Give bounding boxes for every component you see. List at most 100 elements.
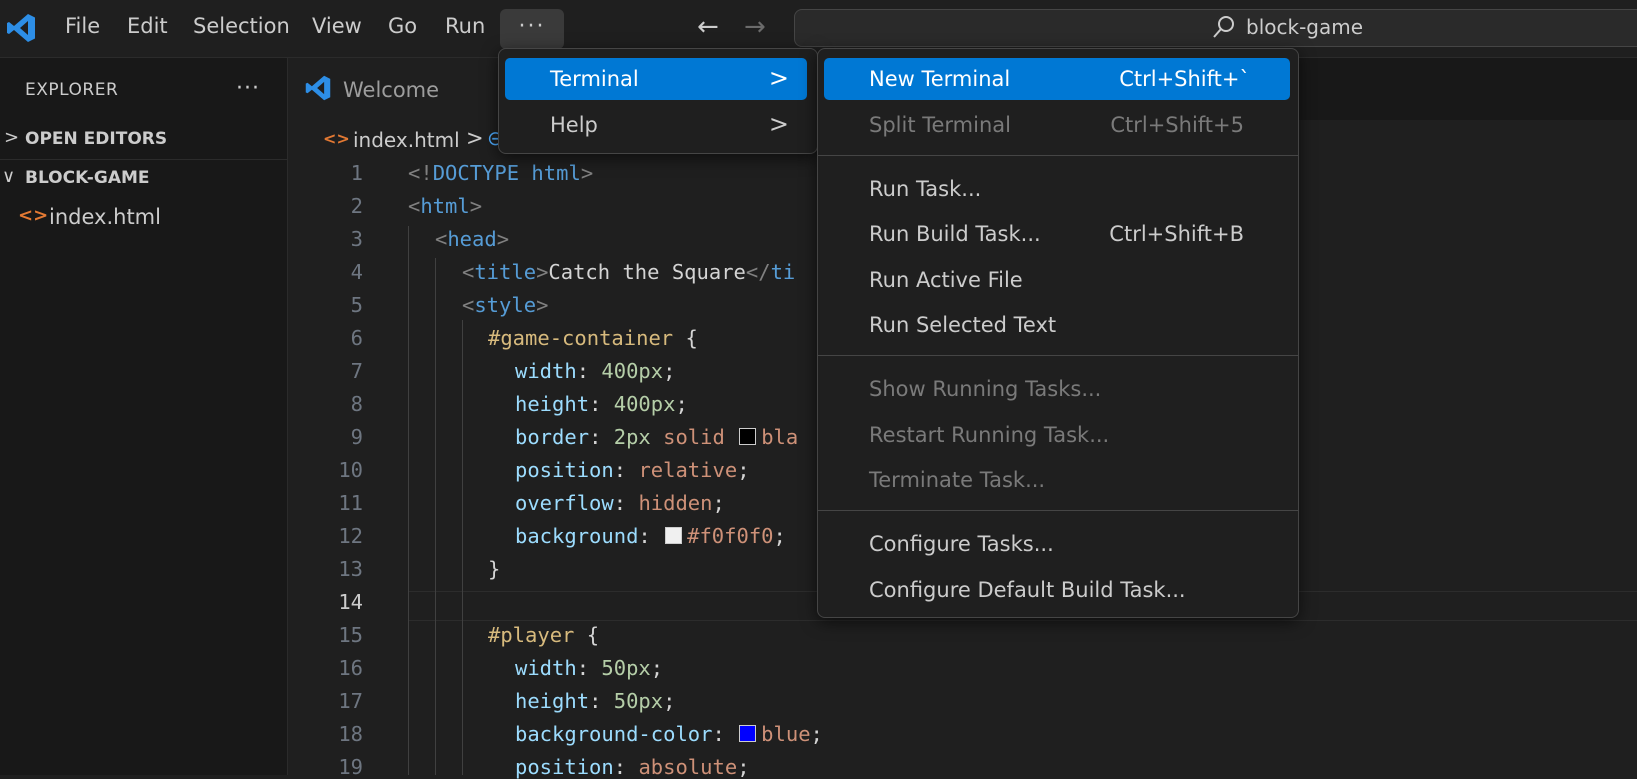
menu-file[interactable]: File — [65, 14, 100, 38]
line-number: 3 — [350, 227, 363, 251]
explorer-more-icon[interactable]: ··· — [236, 76, 260, 101]
more-menu: Terminal > Help > — [498, 48, 818, 154]
more-menu-button[interactable]: ··· — [500, 9, 564, 49]
menu-item-run-selected-text[interactable]: Run Selected Text — [824, 304, 1290, 346]
code-line-5: <style> — [462, 293, 549, 317]
line-number: 13 — [338, 557, 363, 581]
line-number: 9 — [350, 425, 363, 449]
vscode-logo-icon — [305, 75, 331, 101]
menu-item-shortcut: Ctrl+Shift+B — [1109, 222, 1244, 246]
menu-run[interactable]: Run — [445, 14, 485, 38]
line-number: 5 — [350, 293, 363, 317]
sidebar-divider — [0, 159, 287, 160]
menu-separator — [818, 355, 1298, 356]
menu-item-split-terminal: Split Terminal Ctrl+Shift+5 — [824, 104, 1290, 146]
menu-item-label: Run Active File — [869, 268, 1023, 292]
code-line-15: #player { — [488, 623, 600, 647]
line-number: 12 — [338, 524, 363, 548]
line-number: 8 — [350, 392, 363, 416]
chevron-right-icon: > — [4, 127, 20, 148]
code-line-3: <head> — [435, 227, 510, 251]
line-number: 16 — [338, 656, 363, 680]
line-number: 11 — [338, 491, 363, 515]
menu-item-run-task[interactable]: Run Task... — [824, 168, 1290, 210]
line-number: 1 — [350, 161, 363, 185]
line-number: 19 — [338, 755, 363, 779]
line-number: 17 — [338, 689, 363, 713]
line-number: 6 — [350, 326, 363, 350]
menu-selection[interactable]: Selection — [193, 14, 290, 38]
code-line-9: border: 2px solid bla — [515, 425, 799, 449]
menu-item-shortcut: Ctrl+Shift+` — [1119, 67, 1250, 91]
color-swatch-black[interactable] — [739, 427, 757, 445]
code-line-16: width: 50px; — [515, 656, 664, 680]
menu-item-label: Show Running Tasks... — [869, 377, 1102, 401]
explorer-title: EXPLORER — [25, 80, 119, 100]
block-game-section[interactable]: ∨ BLOCK-GAME — [0, 163, 287, 197]
block-game-label: BLOCK-GAME — [25, 168, 150, 188]
menu-item-show-running-tasks: Show Running Tasks... — [824, 368, 1290, 410]
breadcrumb-separator: > — [466, 126, 484, 150]
chevron-down-icon: ∨ — [2, 166, 16, 187]
menu-go[interactable]: Go — [388, 14, 417, 38]
breadcrumb-file[interactable]: index.html — [353, 128, 460, 152]
forward-arrow-icon[interactable]: → — [744, 12, 766, 42]
search-icon — [1213, 16, 1234, 38]
code-line-8: height: 400px; — [515, 392, 688, 416]
chevron-right-icon: > — [768, 64, 789, 92]
html-file-icon: <> — [18, 205, 49, 226]
open-editors-label: OPEN EDITORS — [25, 129, 168, 149]
menu-item-configure-default-build-task[interactable]: Configure Default Build Task... — [824, 569, 1290, 611]
line-number: 10 — [338, 458, 363, 482]
code-line-1: <!DOCTYPE html> — [408, 161, 594, 185]
menu-item-label: New Terminal — [869, 67, 1011, 91]
color-swatch-blue[interactable] — [739, 724, 757, 742]
code-line-6: #game-container { — [488, 326, 698, 350]
vscode-logo-icon[interactable] — [5, 12, 37, 44]
menu-item-help[interactable]: Help > — [505, 104, 807, 146]
menu-item-label: Split Terminal — [869, 113, 1011, 137]
code-line-17: height: 50px; — [515, 689, 676, 713]
menu-item-label: Configure Tasks... — [869, 532, 1054, 556]
menu-item-label: Run Task... — [869, 177, 982, 201]
menu-separator — [818, 510, 1298, 511]
code-line-7: width: 400px; — [515, 359, 676, 383]
open-editors-section[interactable]: > OPEN EDITORS — [0, 124, 287, 158]
menu-item-label: Configure Default Build Task... — [869, 578, 1186, 602]
menu-item-new-terminal[interactable]: New Terminal Ctrl+Shift+` — [824, 58, 1290, 100]
menu-item-run-build-task[interactable]: Run Build Task... Ctrl+Shift+B — [824, 213, 1290, 255]
chevron-right-icon: > — [768, 110, 789, 138]
code-line-10: position: relative; — [515, 458, 750, 482]
menu-edit[interactable]: Edit — [127, 14, 168, 38]
menu-view[interactable]: View — [312, 14, 362, 38]
menu-item-label: Help — [550, 113, 598, 137]
html-file-icon: <> — [323, 129, 350, 148]
menu-item-label: Terminate Task... — [869, 468, 1046, 492]
indent-guide — [408, 226, 409, 775]
line-number: 14 — [338, 590, 363, 614]
code-line-13: } — [488, 557, 501, 581]
tab-label: Welcome — [343, 78, 440, 102]
menu-item-terminate-task: Terminate Task... — [824, 459, 1290, 501]
menu-separator — [818, 155, 1298, 156]
code-line-11: overflow: hidden; — [515, 491, 725, 515]
line-number: 15 — [338, 623, 363, 647]
menu-item-label: Run Selected Text — [869, 313, 1057, 337]
line-number: 7 — [350, 359, 363, 383]
file-name[interactable]: index.html — [49, 205, 161, 229]
menu-item-configure-tasks[interactable]: Configure Tasks... — [824, 523, 1290, 565]
menu-item-terminal[interactable]: Terminal > — [505, 58, 807, 100]
terminal-submenu: New Terminal Ctrl+Shift+` Split Terminal… — [817, 48, 1299, 618]
menu-item-shortcut: Ctrl+Shift+5 — [1110, 113, 1244, 137]
line-number: 18 — [338, 722, 363, 746]
color-swatch-f0f0f0[interactable] — [665, 526, 683, 544]
line-number: 4 — [350, 260, 363, 284]
menu-item-restart-running-task: Restart Running Task... — [824, 414, 1290, 456]
back-arrow-icon[interactable]: ← — [697, 12, 719, 42]
menu-item-label: Terminal — [550, 67, 639, 91]
search-text: block-game — [1246, 15, 1364, 39]
indent-guide — [435, 258, 436, 775]
code-line-2: <html> — [408, 194, 483, 218]
code-line-12: background: #f0f0f0; — [515, 524, 786, 548]
menu-item-run-active-file[interactable]: Run Active File — [824, 259, 1290, 301]
